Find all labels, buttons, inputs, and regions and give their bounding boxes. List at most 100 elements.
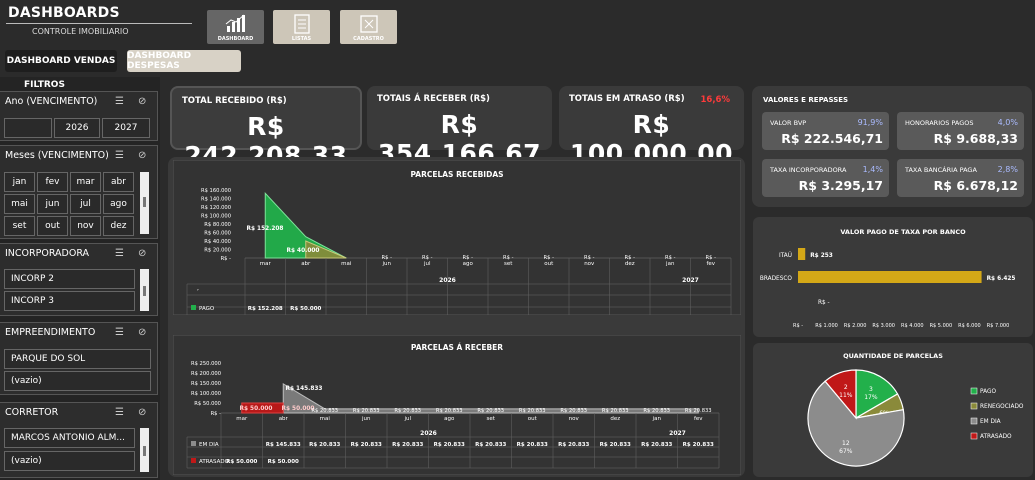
data-label: R$ - [665,255,676,261]
table-header: , [197,285,199,292]
x-tick-label: fev [706,261,715,267]
tab-dashboard-vendas[interactable]: DASHBOARD VENDAS [5,50,117,72]
slicer-item[interactable]: (vazio) [4,451,135,471]
y-tick-label: R$ 200.000 [191,371,221,377]
slice-percent-label: 11% [839,392,853,399]
repasse-label: TAXA BANCÁRIA PAGA [905,166,977,174]
legend-label: PAGO [199,306,215,312]
year-label: 2026 [420,430,437,437]
slicer-item-month[interactable]: jul [70,194,101,214]
multiselect-icon[interactable]: ☰ [115,248,124,259]
repasse-card: HONORARIOS PAGOS 4,0% R$ 9.688,33 [897,112,1024,150]
data-label: R$ 20.833 [436,408,463,414]
table-cell: R$ 20.833 [558,442,589,448]
legend-swatch [191,441,196,446]
data-label: R$ 145.833 [286,386,323,392]
kpi-totais-atraso: TOTAIS EM ATRASO (R$) 16,6% R$ 100.000,0… [559,86,744,168]
bar-label: R$ - [818,300,830,306]
list-icon [293,14,310,34]
slicer-item[interactable] [4,118,52,138]
repasse-label: VALOR BVP [770,119,807,127]
data-label: R$ 152.208 [247,226,284,232]
slicer-scrollbar[interactable] [140,269,149,311]
x-tick-label: R$ 4.000 [901,323,924,329]
slicer-item[interactable]: (vazio) [4,371,151,391]
bar-label: R$ 253 [810,253,833,259]
legend-swatch [970,402,978,410]
slicer-item[interactable]: INCORP 3 [4,291,135,311]
x-tick-label: ago [463,261,474,267]
repasse-value: R$ 6.678,12 [933,178,1018,193]
slicer-item-month[interactable]: out [37,216,68,236]
slicer-item-month[interactable]: mai [4,194,35,214]
data-label: R$ - [463,255,474,261]
y-category-label: BRADESCO [760,276,793,282]
slicer-empreendimento: EMPREENDIMENTO ☰ ⊘ PARQUE DO SOL (vazio) [0,322,158,395]
chart-title: PARCELAS Á RECEBER [411,343,503,352]
nav-listas-button[interactable]: LISTAS [273,10,330,44]
x-tick-label: out [544,261,554,267]
multiselect-icon[interactable]: ☰ [115,150,124,161]
clear-filter-icon[interactable]: ⊘ [138,150,146,161]
slicer-item[interactable]: PARQUE DO SOL [4,349,151,369]
multiselect-icon[interactable]: ☰ [115,96,124,107]
x-tick-label: mar [236,416,248,422]
x-tick-label: fev [694,416,703,422]
y-tick-label: R$ - [221,256,232,262]
app-subtitle: CONTROLE IMOBILIARIO [32,27,129,36]
clear-filter-icon[interactable]: ⊘ [138,327,146,338]
slicer-item-month[interactable]: fev [37,172,68,192]
kpi-recebido-label: TOTAL RECEBIDO (R$) [182,96,287,106]
bar-chart-icon [225,14,245,32]
table-cell: R$ 20.833 [309,442,340,448]
kpi-total-recebido: TOTAL RECEBIDO (R$) R$ 242.208,33 [170,86,362,170]
data-label: R$ - [584,255,595,261]
x-tick-label: R$ - [793,323,803,329]
repasse-percent: 91,9% [857,118,883,127]
slicer-item[interactable]: 2027 [102,118,150,138]
x-tick-label: mar [260,261,272,267]
data-label: R$ 50.000 [282,406,315,412]
slicer-incorporadora: INCORPORADORA ☰ ⊘ INCORP 2 INCORP 3 [0,243,158,316]
legend-label: ATRASADO [199,459,230,465]
table-cell: R$ 20.833 [475,442,506,448]
slicer-item-month[interactable]: abr [103,172,134,192]
x-tick-label: dez [625,261,635,267]
x-tick-label: mai [341,261,352,267]
slicer-item-month[interactable]: jan [4,172,35,192]
slicer-item[interactable]: INCORP 2 [4,269,135,289]
nav-dashboard-button[interactable]: DASHBOARD [207,10,264,44]
slicer-item-month[interactable]: jun [37,194,68,214]
slicer-item-month[interactable]: ago [103,194,134,214]
repasse-value: R$ 9.688,33 [933,131,1018,146]
clear-filter-icon[interactable]: ⊘ [138,248,146,259]
clear-filter-icon[interactable]: ⊘ [138,407,146,418]
slicer-item-month[interactable]: dez [103,216,134,236]
repasse-card: TAXA INCORPORADORA 1,4% R$ 3.295,17 [762,159,889,197]
slicer-scrollbar[interactable] [140,172,149,234]
slicer-scrollbar[interactable] [140,428,149,472]
repasse-percent: 2,8% [997,165,1018,174]
y-tick-label: R$ 140.000 [201,197,231,203]
data-label: R$ 50.000 [240,406,273,412]
slicer-item[interactable]: 2026 [54,118,100,138]
clear-filter-icon[interactable]: ⊘ [138,96,146,107]
nav-cadastro-button[interactable]: CADASTRO [340,10,397,44]
x-tick-label: nov [569,416,580,422]
multiselect-icon[interactable]: ☰ [115,407,124,418]
tab-dashboard-despesas[interactable]: DASHBOARD DESPESAS [127,50,241,72]
data-label: R$ 20.833 [311,408,338,414]
slicer-item-month[interactable]: mar [70,172,101,192]
parcelas-recebidas-chart: PARCELAS RECEBIDAS R$ 160.000 R$ 140.000 R… [173,160,741,315]
table-cell: R$ 20.833 [683,442,714,448]
slicer-item[interactable]: MARCOS ANTONIO ALM... [4,428,135,448]
x-tick-label: jan [665,261,675,267]
slicer-incorporadora-title: INCORPORADORA [5,248,90,259]
data-label: R$ - [706,255,717,261]
data-label: R$ - [382,255,393,261]
data-label: R$ 20.833 [685,408,712,414]
slicer-item-month[interactable]: set [4,216,35,236]
y-tick-label: R$ 40.000 [204,239,231,245]
multiselect-icon[interactable]: ☰ [115,327,124,338]
slicer-item-month[interactable]: nov [70,216,101,236]
